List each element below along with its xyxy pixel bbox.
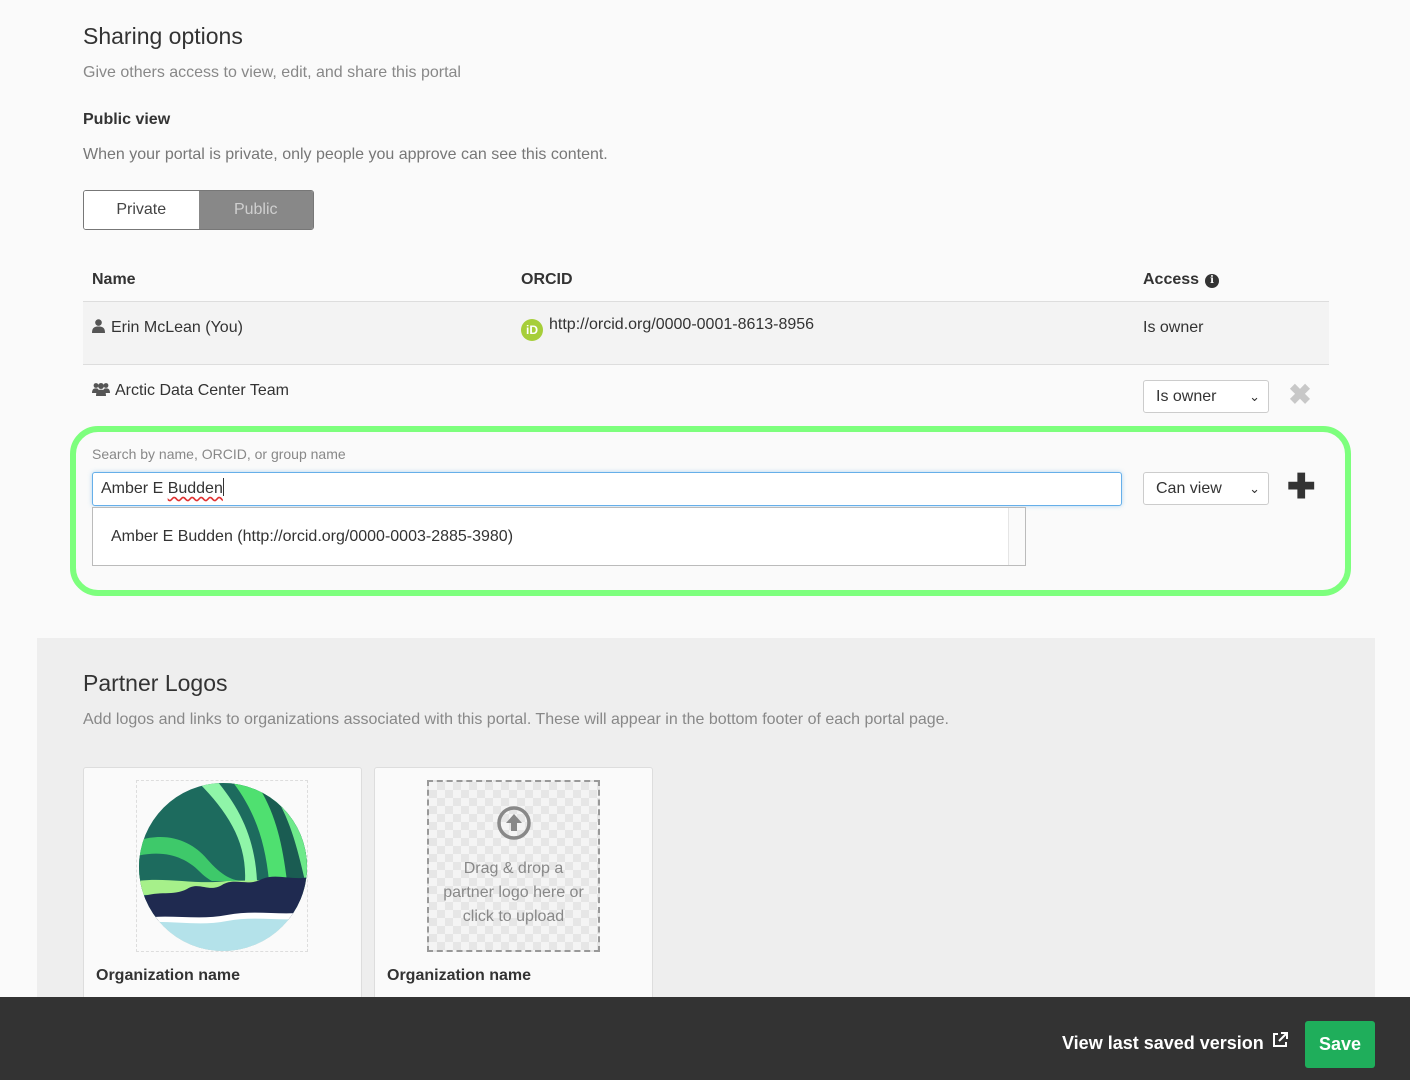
remove-icon[interactable]: ✖ (1287, 381, 1313, 409)
partner-logo[interactable] (136, 780, 308, 952)
chevron-down-icon: ⌄ (1249, 481, 1260, 496)
owner-access: Is owner (1143, 319, 1204, 336)
partner-card: Organization name (83, 767, 362, 1007)
org-name-label[interactable]: Organization name (96, 967, 240, 985)
orcid-icon: iD (521, 319, 543, 341)
footer-bar: View last saved version Save (0, 997, 1410, 1080)
search-input[interactable]: Amber E Budden (92, 472, 1122, 506)
group-access-value: Is owner (1156, 388, 1217, 405)
upload-instructions: Drag & drop a partner logo here or click… (429, 857, 598, 929)
column-header-orcid: ORCID (521, 271, 573, 288)
save-button[interactable]: Save (1305, 1021, 1375, 1068)
partner-logos-subtitle: Add logos and links to organizations ass… (83, 711, 949, 728)
column-header-access: Access i (1143, 271, 1220, 289)
autocomplete-suggestion[interactable]: Amber E Budden (http://orcid.org/0000-00… (111, 528, 513, 546)
group-access-select[interactable]: Is owner ⌄ (1143, 380, 1269, 413)
sharing-subtitle: Give others access to view, edit, and sh… (83, 64, 461, 81)
new-access-value: Can view (1156, 480, 1222, 497)
group-name: Arctic Data Center Team (115, 382, 289, 399)
upload-text-line: partner logo here or (443, 884, 584, 901)
chevron-down-icon: ⌄ (1249, 389, 1260, 404)
search-value-misspelled: Budden (167, 480, 223, 497)
owner-orcid-cell: iD http://orcid.org/0000-0001-8613-8956 (521, 316, 814, 341)
dropdown-scrollbar[interactable] (1008, 508, 1025, 565)
search-value-prefix: Amber E (101, 480, 168, 497)
upload-text-line: Drag & drop a (463, 860, 564, 877)
org-name-label[interactable]: Organization name (387, 967, 531, 985)
public-view-description: When your portal is private, only people… (83, 146, 608, 163)
text-caret (222, 478, 224, 496)
external-link-icon[interactable] (1271, 1031, 1289, 1049)
view-last-saved-link[interactable]: View last saved version (1062, 1033, 1264, 1054)
upload-text-line: click to upload (462, 908, 565, 925)
owner-orcid[interactable]: http://orcid.org/0000-0001-8613-8956 (549, 316, 814, 333)
info-icon[interactable]: i (1205, 274, 1220, 288)
group-icon (92, 383, 110, 396)
sharing-section: Sharing options Give others access to vi… (0, 0, 1410, 638)
autocomplete-dropdown: Amber E Budden (http://orcid.org/0000-00… (92, 507, 1026, 566)
private-button[interactable]: Private (84, 191, 199, 229)
upload-arrow-icon (497, 806, 531, 840)
partner-card: Drag & drop a partner logo here or click… (374, 767, 653, 1007)
divider (83, 364, 1329, 365)
user-icon (92, 319, 105, 333)
partner-logos-title: Partner Logos (83, 670, 228, 696)
add-icon[interactable]: ✚ (1287, 470, 1316, 504)
new-access-select[interactable]: Can view ⌄ (1143, 472, 1269, 505)
public-view-heading: Public view (83, 111, 171, 128)
search-label: Search by name, ORCID, or group name (92, 446, 346, 462)
group-name-cell: Arctic Data Center Team (92, 382, 289, 400)
column-header-name: Name (92, 271, 136, 288)
public-button[interactable]: Public (198, 191, 313, 229)
visibility-toggle: Private Public (83, 190, 314, 230)
access-header-label: Access (1143, 271, 1200, 288)
owner-name: Erin McLean (You) (111, 319, 243, 336)
logo-upload-dropzone[interactable]: Drag & drop a partner logo here or click… (427, 780, 600, 952)
owner-name-cell: Erin McLean (You) (92, 319, 243, 337)
aurora-logo-icon (139, 783, 307, 951)
sharing-title: Sharing options (83, 23, 243, 49)
